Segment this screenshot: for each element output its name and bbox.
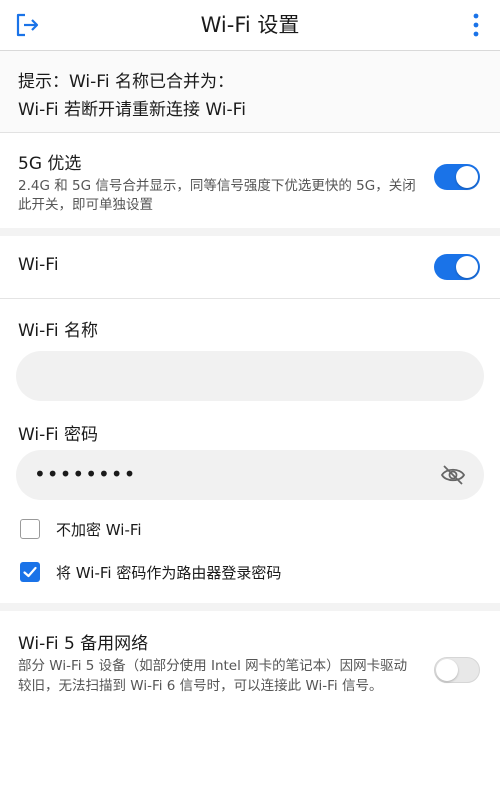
wifi-name-label: Wi-Fi 名称: [18, 321, 98, 341]
wifi-password-label: Wi-Fi 密码: [18, 425, 98, 445]
toggle-knob: [436, 659, 458, 681]
notice-line-2: Wi-Fi 若断开请重新连接 Wi-Fi: [18, 100, 246, 120]
wifi-switch-row: Wi-Fi: [0, 236, 500, 299]
eye-off-icon: [440, 465, 466, 485]
wifi5-backup-description: 部分 Wi-Fi 5 设备（如部分使用 Intel 网卡的笔记本）因网卡驱动较旧…: [18, 658, 408, 694]
band-steering-section: 5G 优选 2.4G 和 5G 信号合并显示，同等信号强度下优选更快的 5G，关…: [0, 133, 500, 228]
more-menu-button[interactable]: [466, 12, 486, 38]
merge-notice: 提示：Wi-Fi 名称已合并为： Wi-Fi 若断开请重新连接 Wi-Fi: [0, 51, 500, 133]
section-divider: [0, 228, 500, 236]
app-header: Wi-Fi 设置: [0, 0, 500, 51]
no-encryption-label: 不加密 Wi-Fi: [56, 521, 142, 539]
wifi-label: Wi-Fi: [18, 255, 59, 275]
use-as-admin-password-checkbox[interactable]: [20, 562, 40, 582]
more-vertical-icon: [473, 13, 479, 37]
toggle-knob: [456, 166, 478, 188]
no-encryption-checkbox[interactable]: [20, 519, 40, 539]
wifi-password-input[interactable]: ••••••••: [16, 450, 484, 500]
band-steering-description: 2.4G 和 5G 信号合并显示，同等信号强度下优选更快的 5G，关闭此开关，即…: [18, 178, 416, 213]
wifi5-backup-section: Wi-Fi 5 备用网络 部分 Wi-Fi 5 设备（如部分使用 Intel 网…: [0, 611, 500, 786]
toggle-password-visibility-button[interactable]: [440, 463, 466, 487]
wifi-password-value: ••••••••: [34, 462, 137, 486]
notice-line-1: 提示：Wi-Fi 名称已合并为：: [18, 72, 234, 92]
band-steering-label: 5G 优选: [18, 154, 82, 174]
wifi5-backup-toggle[interactable]: [434, 657, 480, 683]
wifi-settings-page: Wi-Fi 设置 提示：Wi-Fi 名称已合并为： Wi-Fi 若断开请重新连接…: [0, 0, 500, 786]
section-divider: [0, 603, 500, 611]
toggle-knob: [456, 256, 478, 278]
checkmark-icon: [23, 566, 37, 578]
wifi5-backup-label: Wi-Fi 5 备用网络: [18, 634, 149, 654]
use-as-admin-password-label: 将 Wi-Fi 密码作为路由器登录密码: [56, 564, 282, 582]
wifi-toggle[interactable]: [434, 254, 480, 280]
wifi-name-input[interactable]: [16, 351, 484, 401]
band-steering-toggle[interactable]: [434, 164, 480, 190]
page-title: Wi-Fi 设置: [200, 13, 300, 37]
